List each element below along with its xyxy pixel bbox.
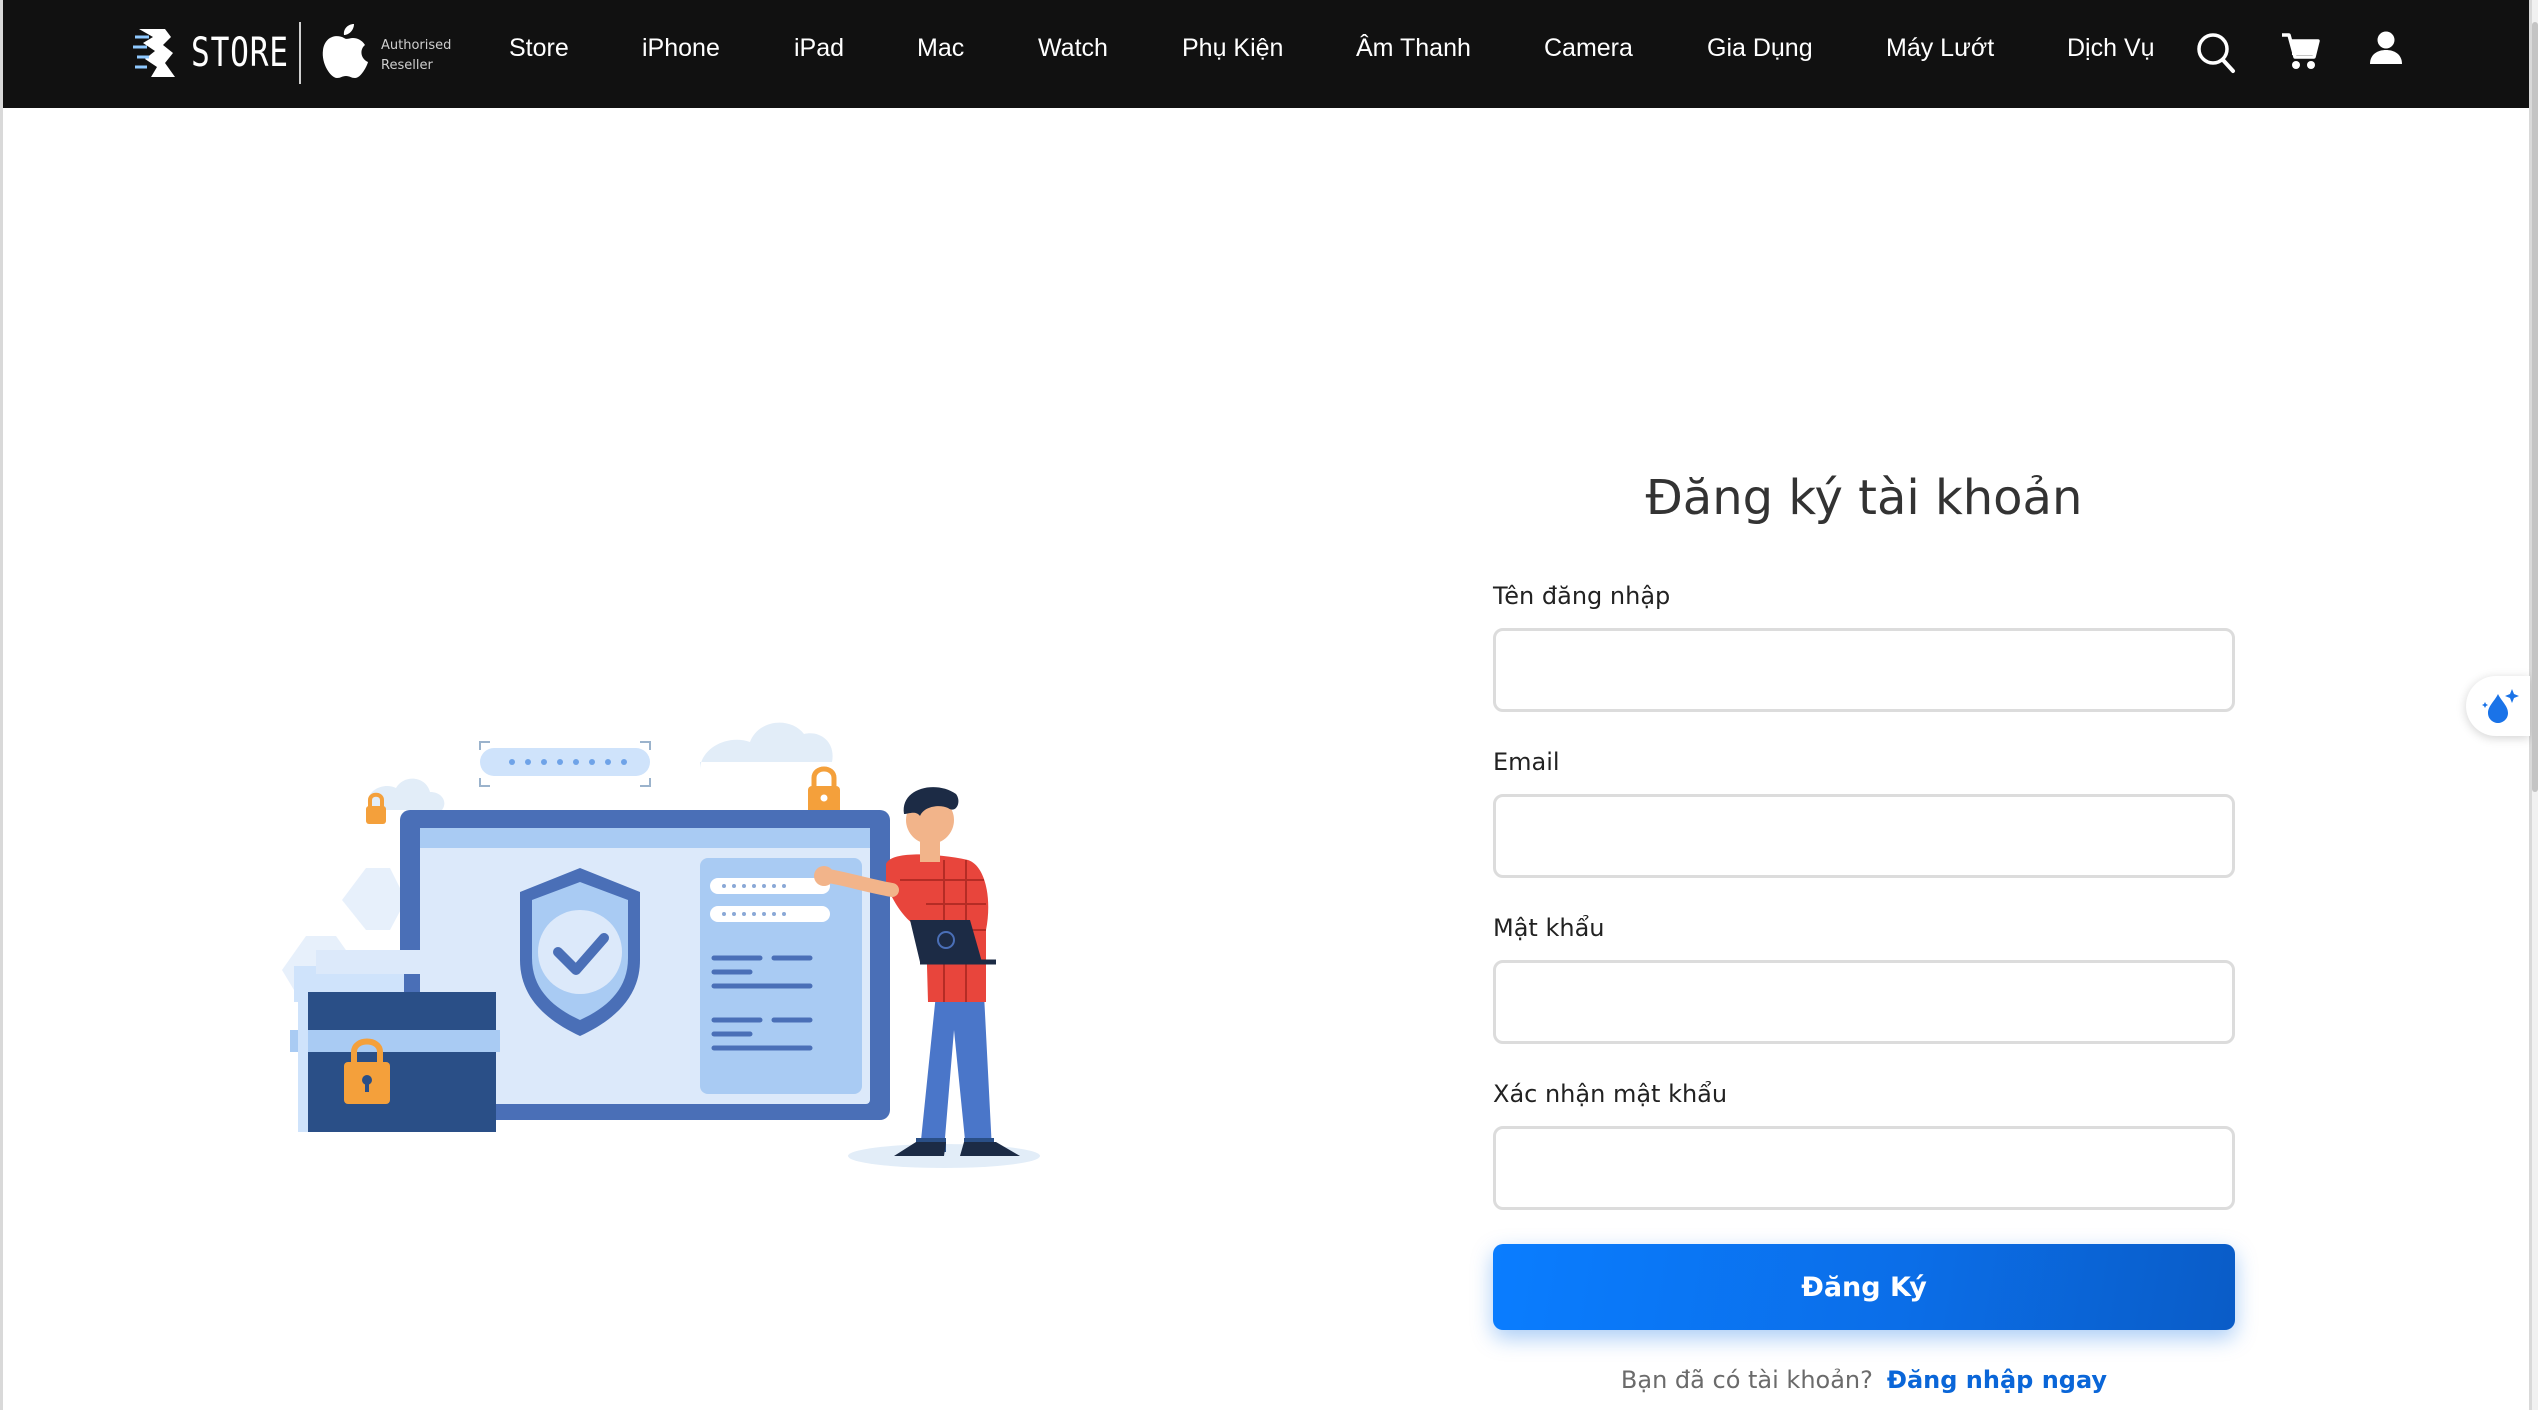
cart-icon[interactable] — [2280, 30, 2320, 72]
nav-item-iphone[interactable]: iPhone — [642, 34, 720, 63]
confirm-password-label: Xác nhận mật khẩu — [1493, 1080, 1728, 1108]
page-scrollbar[interactable] — [2532, 0, 2538, 1410]
floating-widget-button[interactable] — [2466, 676, 2530, 736]
password-label: Mật khẩu — [1493, 914, 1605, 942]
email-input[interactable] — [1493, 794, 2235, 878]
login-prompt-line: Bạn đã có tài khoản? Đăng nhập ngay — [1493, 1366, 2235, 1394]
nav-item-camera[interactable]: Camera — [1544, 34, 1633, 63]
login-prompt-text: Bạn đã có tài khoản? — [1620, 1366, 1873, 1394]
search-icon[interactable] — [2196, 30, 2236, 74]
username-label: Tên đăng nhập — [1493, 582, 1671, 610]
nav-item-store[interactable]: Store — [509, 34, 569, 63]
password-input[interactable] — [1493, 960, 2235, 1044]
nav-menu: Store iPhone iPad Mac Watch Phụ Kiện Âm … — [3, 0, 2529, 108]
confirm-password-input[interactable] — [1493, 1126, 2235, 1210]
top-navbar: STORE Authorised Reseller Store iPhone i… — [3, 0, 2529, 108]
nav-item-ipad[interactable]: iPad — [794, 34, 844, 63]
security-illustration — [282, 722, 1040, 1168]
nav-item-mac[interactable]: Mac — [917, 34, 964, 63]
nav-item-may-luot[interactable]: Máy Lướt — [1886, 34, 1994, 63]
nav-item-phu-kien[interactable]: Phụ Kiện — [1182, 34, 1283, 63]
username-input[interactable] — [1493, 628, 2235, 712]
scrollbar-thumb[interactable] — [2532, 22, 2538, 792]
nav-item-gia-dung[interactable]: Gia Dụng — [1707, 34, 1813, 63]
nav-item-dich-vu[interactable]: Dịch Vụ — [2067, 34, 2155, 63]
nav-item-am-thanh[interactable]: Âm Thanh — [1356, 34, 1471, 63]
user-icon[interactable] — [2369, 30, 2403, 68]
droplet-sparkle-icon — [2482, 689, 2519, 723]
login-link[interactable]: Đăng nhập ngay — [1887, 1366, 2107, 1394]
nav-item-watch[interactable]: Watch — [1038, 34, 1108, 63]
register-button[interactable]: Đăng Ký — [1493, 1244, 2235, 1330]
page-title: Đăng ký tài khoản — [1645, 470, 2083, 526]
email-label: Email — [1493, 748, 1560, 776]
